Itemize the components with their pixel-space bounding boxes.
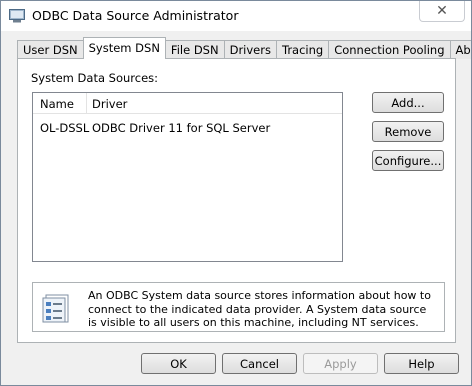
tab-drivers[interactable]: Drivers <box>223 40 277 59</box>
data-source-info-icon <box>42 294 69 323</box>
tab-strip: User DSN System DSN File DSN Drivers Tra… <box>17 37 471 59</box>
add-button[interactable]: Add... <box>372 92 444 113</box>
data-source-list[interactable]: Name Driver OL-DSSL ODBC Driver 11 for S… <box>32 92 343 262</box>
apply-button[interactable]: Apply <box>303 353 378 374</box>
tab-about[interactable]: About <box>449 40 471 59</box>
help-button[interactable]: Help <box>384 353 459 374</box>
list-item-name[interactable]: OL-DSSL <box>40 121 89 135</box>
system-dsn-panel: System Data Sources: Name Driver OL-DSSL… <box>17 58 456 343</box>
tab-user-dsn[interactable]: User DSN <box>17 40 84 59</box>
column-header-driver[interactable]: Driver <box>92 97 127 111</box>
configure-button[interactable]: Configure... <box>372 150 444 171</box>
column-separator[interactable] <box>86 93 87 113</box>
column-header-name[interactable]: Name <box>40 97 74 111</box>
title-bar[interactable]: ODBC Data Source Administrator ✕ <box>1 1 471 31</box>
tab-system-dsn[interactable]: System DSN <box>82 37 166 59</box>
odbc-app-icon <box>9 9 25 23</box>
list-header: Name Driver <box>33 93 342 114</box>
remove-button[interactable]: Remove <box>372 121 444 142</box>
close-icon[interactable]: ✕ <box>419 1 465 22</box>
tab-tracing[interactable]: Tracing <box>275 40 330 59</box>
ok-button[interactable]: OK <box>141 353 216 374</box>
system-data-sources-label: System Data Sources: <box>31 71 159 85</box>
tab-file-dsn[interactable]: File DSN <box>164 40 225 59</box>
info-description: An ODBC System data source stores inform… <box>88 289 431 329</box>
info-box: An ODBC System data source stores inform… <box>32 282 445 332</box>
window-title: ODBC Data Source Administrator <box>32 8 239 23</box>
odbc-admin-window: ODBC Data Source Administrator ✕ User DS… <box>0 0 472 386</box>
cancel-button[interactable]: Cancel <box>222 353 297 374</box>
list-item-driver[interactable]: ODBC Driver 11 for SQL Server <box>92 121 270 135</box>
tab-connection-pooling[interactable]: Connection Pooling <box>328 40 451 59</box>
